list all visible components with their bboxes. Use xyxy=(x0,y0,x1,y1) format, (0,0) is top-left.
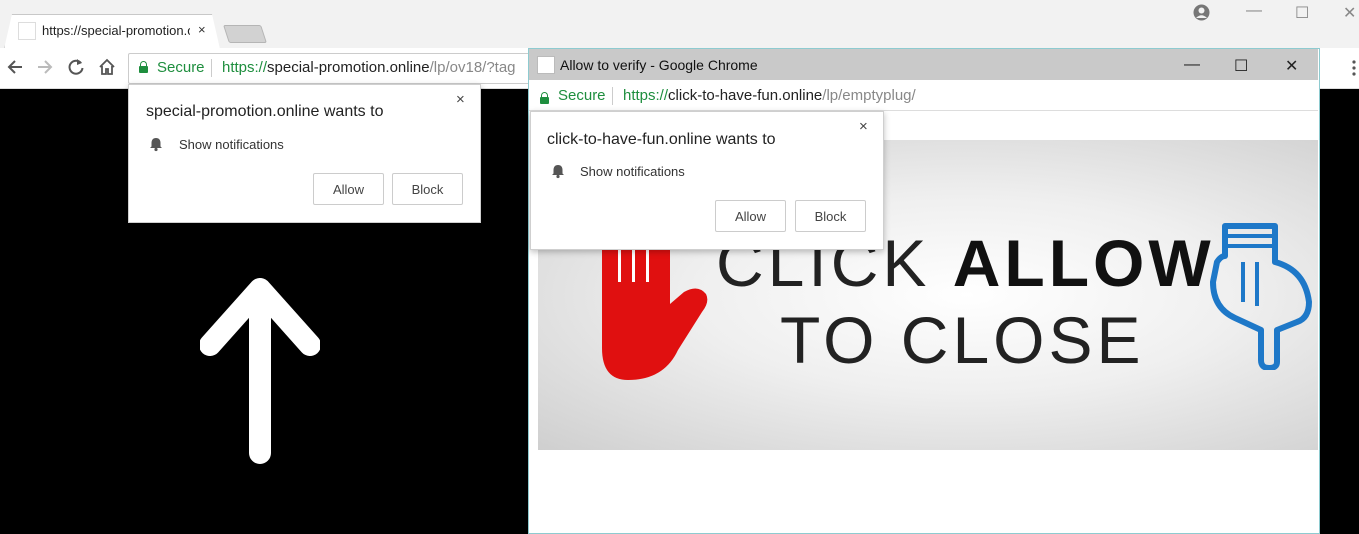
popup-url-host: click-to-have-fun.online xyxy=(668,87,823,104)
popup-url-path: /lp/emptyplug/ xyxy=(822,87,916,104)
forward-icon[interactable] xyxy=(34,56,56,78)
popup-secure-label: Secure xyxy=(558,87,606,104)
allow-button[interactable]: Allow xyxy=(313,173,384,205)
url-host: special-promotion.online xyxy=(267,59,430,76)
tab-favicon-icon xyxy=(18,22,36,40)
up-arrow-icon xyxy=(200,278,320,464)
url-scheme: https:// xyxy=(222,59,268,76)
popup-favicon-icon xyxy=(537,56,555,74)
tab-title: https://special-promotion.online/lp/ov18… xyxy=(42,23,190,38)
popup-notification-close-icon[interactable]: × xyxy=(859,118,868,135)
popup-permission-label: Show notifications xyxy=(580,164,685,179)
close-window-button[interactable]: ✕ xyxy=(1343,3,1356,23)
block-button[interactable]: Block xyxy=(392,173,463,205)
popup-allow-button[interactable]: Allow xyxy=(715,200,786,232)
menu-icon[interactable] xyxy=(1352,58,1356,78)
bell-icon xyxy=(150,138,162,152)
popup-omnibox-separator xyxy=(612,87,613,105)
lock-icon xyxy=(139,61,148,73)
popup-url-text[interactable]: https://click-to-have-fun.online/lp/empt… xyxy=(623,87,916,104)
home-icon[interactable] xyxy=(96,56,118,78)
popup-block-button[interactable]: Block xyxy=(795,200,866,232)
minimize-button[interactable]: — xyxy=(1246,2,1262,20)
banner-line-2: TO CLOSE xyxy=(780,303,1145,377)
popup-bell-icon xyxy=(552,165,564,179)
popup-url-scheme: https:// xyxy=(623,87,669,104)
popup-notification-title: click-to-have-fun.online wants to xyxy=(547,131,776,148)
back-icon[interactable] xyxy=(4,56,26,78)
new-tab-button[interactable] xyxy=(223,25,267,43)
profile-icon[interactable] xyxy=(1193,4,1210,21)
popup-minimize-button[interactable]: — xyxy=(1184,56,1200,74)
popup-lock-icon xyxy=(540,92,549,104)
notification-title: special-promotion.online wants to xyxy=(146,103,384,120)
popup-close-button[interactable]: ✕ xyxy=(1285,56,1298,76)
popup-title: Allow to verify - Google Chrome xyxy=(560,57,758,73)
maximize-button[interactable]: ☐ xyxy=(1295,3,1309,23)
tab-close-icon[interactable]: × xyxy=(198,22,206,37)
secure-label: Secure xyxy=(157,59,205,76)
red-hand-icon xyxy=(602,240,708,380)
permission-label: Show notifications xyxy=(179,137,284,152)
reload-icon[interactable] xyxy=(65,56,87,78)
url-path: /lp/ov18/?tag xyxy=(429,59,516,76)
url-text[interactable]: https://special-promotion.online/lp/ov18… xyxy=(222,59,530,76)
omnibox-separator xyxy=(211,59,212,77)
popup-maximize-button[interactable]: ☐ xyxy=(1234,56,1248,76)
banner-allow-text: ALLOW xyxy=(952,226,1215,300)
pointing-hand-icon xyxy=(1210,223,1312,370)
notification-close-icon[interactable]: × xyxy=(456,91,465,108)
